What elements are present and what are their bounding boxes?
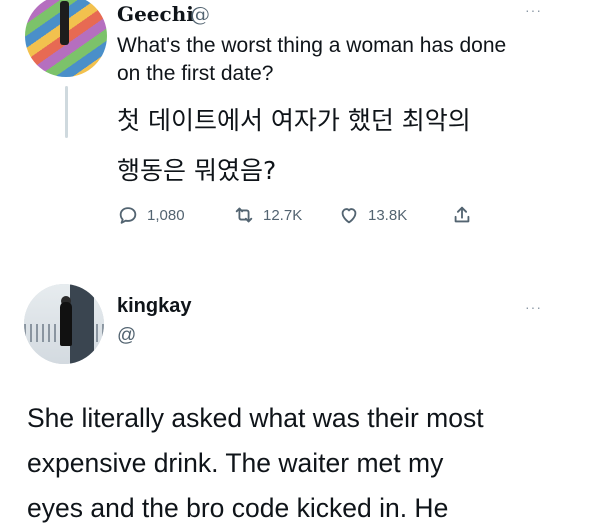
thread-connector-line <box>65 86 68 138</box>
avatar-door <box>70 284 94 364</box>
share-button[interactable] <box>451 204 473 226</box>
comment-icon <box>117 204 139 226</box>
author-name[interactable]: Geechi <box>117 2 194 26</box>
reply-text-line: eyes and the bro code kicked in. He <box>27 493 449 523</box>
like-count: 13.8K <box>368 206 408 224</box>
avatar[interactable] <box>25 0 107 77</box>
tweet-text-english: What's the worst thing a woman has done … <box>117 32 557 88</box>
more-options-button[interactable]: ··· <box>525 299 542 315</box>
author-name[interactable]: kingkay <box>117 295 191 318</box>
retweet-button[interactable]: 12.7K <box>233 204 302 226</box>
reply-tweet-text: She literally asked what was their most … <box>27 396 587 531</box>
tweet-text-korean: 첫 데이트에서 여자가 했던 최악의 행동은 뭐였음? <box>117 96 577 196</box>
tweet-text-line: 행동은 뭐였음? <box>117 156 277 185</box>
like-button[interactable]: 13.8K <box>338 204 407 226</box>
original-tweet: Geechi @ ··· What's the worst thing a wo… <box>0 0 600 262</box>
tweet-action-bar: 1,080 12.7K 13.8K <box>117 204 497 230</box>
share-icon <box>451 204 473 226</box>
author-handle[interactable]: @ <box>190 2 210 26</box>
avatar-person <box>60 302 72 346</box>
retweet-count: 12.7K <box>263 206 303 224</box>
reply-count: 1,080 <box>147 206 185 224</box>
retweet-icon <box>233 204 255 226</box>
author-handle[interactable]: @ <box>117 325 136 347</box>
reply-tweet: kingkay @ ··· She literally asked what w… <box>0 262 600 523</box>
reply-text-line: She literally asked what was their most <box>27 403 484 433</box>
more-options-button[interactable]: ··· <box>525 2 542 18</box>
avatar[interactable] <box>24 284 104 364</box>
heart-icon <box>338 204 360 226</box>
reply-text-line: expensive drink. The waiter met my <box>27 448 444 478</box>
tweet-text-line: on the first date? <box>117 62 274 85</box>
avatar-figure <box>60 1 69 45</box>
tweet-text-line: 첫 데이트에서 여자가 했던 최악의 <box>117 106 471 135</box>
reply-button[interactable]: 1,080 <box>117 204 185 226</box>
tweet-text-line: What's the worst thing a woman has done <box>117 34 507 57</box>
